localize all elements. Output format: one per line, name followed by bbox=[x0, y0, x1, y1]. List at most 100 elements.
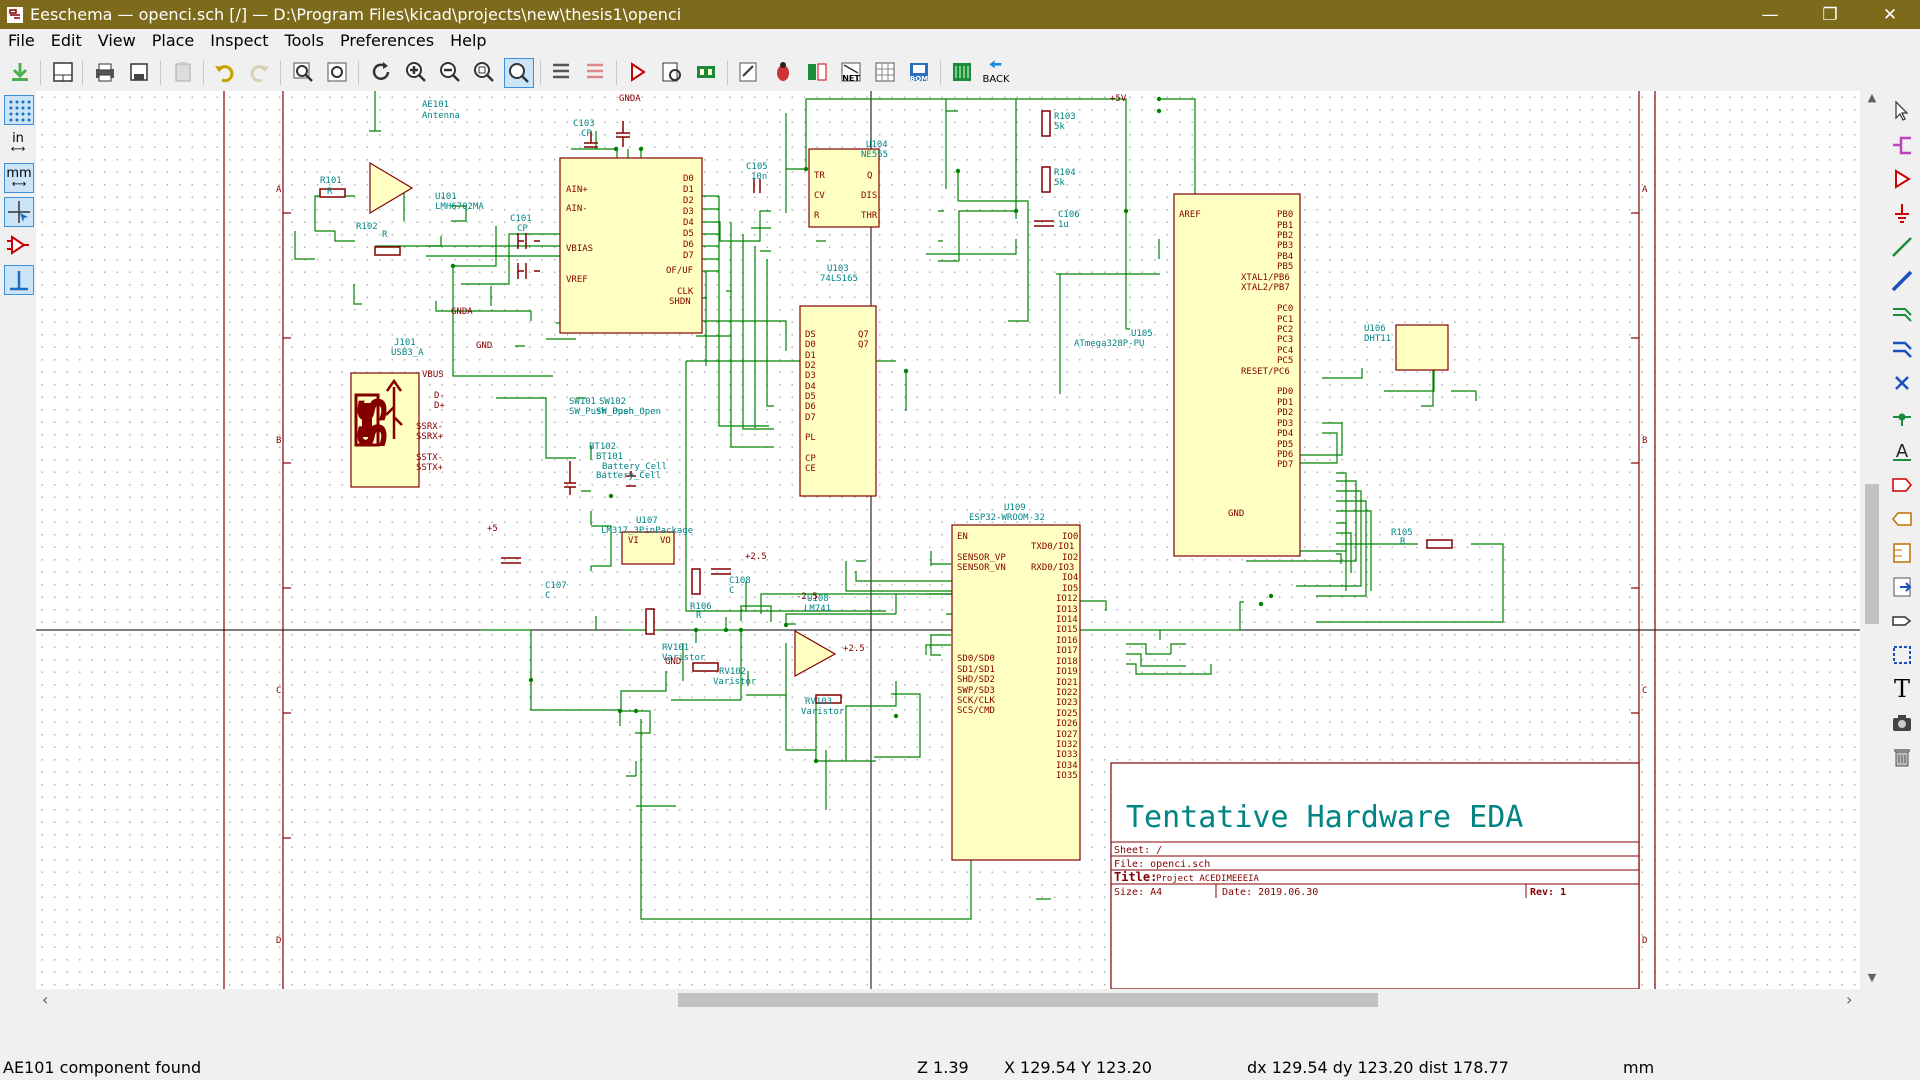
netlist-button[interactable]: NET bbox=[837, 58, 865, 86]
redo-button[interactable] bbox=[245, 58, 273, 86]
hidden-pins-button[interactable] bbox=[4, 231, 32, 259]
inch-units-button[interactable]: in ⟷ bbox=[4, 129, 32, 157]
add-graphic-line-button[interactable] bbox=[1888, 641, 1916, 669]
print-button[interactable] bbox=[91, 58, 119, 86]
title-block-date: Date: 2019.06.30 bbox=[1222, 887, 1318, 898]
undo-button[interactable] bbox=[211, 58, 239, 86]
import-sheet-pin-button[interactable] bbox=[1888, 573, 1916, 601]
menu-view[interactable]: View bbox=[90, 29, 144, 53]
add-sheet-button[interactable] bbox=[1888, 539, 1916, 567]
add-bus-button[interactable] bbox=[1888, 267, 1916, 295]
add-junction-button[interactable] bbox=[1888, 403, 1916, 431]
esp-pin-io13: IO13 bbox=[1056, 605, 1078, 615]
find-button[interactable] bbox=[289, 58, 317, 86]
add-power-button[interactable] bbox=[1888, 199, 1916, 227]
ref-c106: C106 bbox=[1058, 210, 1080, 220]
esp-pin-sensor-vn: SENSOR_VN bbox=[957, 563, 1006, 573]
esp-pin-io21: IO21 bbox=[1056, 678, 1078, 688]
plot-button[interactable] bbox=[125, 58, 153, 86]
menu-place[interactable]: Place bbox=[144, 29, 203, 53]
no-connect-button[interactable] bbox=[1888, 369, 1916, 397]
scroll-up-icon[interactable]: ▲ bbox=[1860, 91, 1884, 104]
usb-pin-vbus: VBUS bbox=[422, 370, 444, 380]
value-j101: USB3_A bbox=[391, 348, 424, 358]
scroll-left-icon[interactable]: ‹ bbox=[42, 989, 48, 1011]
minimize-icon: — bbox=[1761, 4, 1779, 25]
bom-button[interactable]: BOM bbox=[905, 58, 933, 86]
title-block-rev: Rev: 1 bbox=[1530, 887, 1566, 898]
esp-pin-io25: IO25 bbox=[1056, 709, 1078, 719]
add-wire-entry-button[interactable] bbox=[1888, 301, 1916, 329]
menu-help[interactable]: Help bbox=[442, 29, 494, 53]
close-button[interactable]: ✕ bbox=[1860, 0, 1920, 29]
vertical-scroll-thumb[interactable] bbox=[1865, 484, 1879, 624]
page-settings-button[interactable] bbox=[49, 58, 77, 86]
free-angle-button[interactable] bbox=[4, 265, 34, 295]
power-plus5-left: +5 bbox=[487, 524, 498, 534]
redraw-button[interactable] bbox=[367, 58, 395, 86]
bom-icon: BOM bbox=[910, 63, 928, 83]
ref-u103: U103 bbox=[827, 264, 849, 274]
zoom-fit-button[interactable] bbox=[470, 58, 498, 86]
pcbnew-button[interactable] bbox=[948, 58, 976, 86]
assign-footprints-button[interactable] bbox=[803, 58, 831, 86]
add-wire-button[interactable] bbox=[1888, 233, 1916, 261]
zoom-selection-button[interactable] bbox=[504, 58, 534, 88]
value-r105: R bbox=[1400, 537, 1406, 547]
title-block-heading: Tentative Hardware EDA bbox=[1126, 800, 1523, 835]
usb-pin-names: VBUS D- D+ SSRX- SSRX+ SSTX- SSTX+ bbox=[416, 370, 445, 473]
usb-pin-dm: D- bbox=[434, 391, 445, 401]
power-gnda-top: GNDA bbox=[619, 94, 641, 104]
menu-inspect[interactable]: Inspect bbox=[202, 29, 276, 53]
atmega-pin-pb2: PB2 bbox=[1277, 231, 1293, 241]
esp-pin-io35: IO35 bbox=[1056, 771, 1078, 781]
paste-button[interactable] bbox=[169, 58, 197, 86]
highlight-net-button[interactable] bbox=[1888, 131, 1916, 159]
hierarchy-navigator-button[interactable] bbox=[547, 58, 575, 86]
zoom-in-button[interactable] bbox=[402, 58, 430, 86]
esp-pin-io23: IO23 bbox=[1056, 698, 1078, 708]
add-global-label-button[interactable] bbox=[1888, 471, 1916, 499]
restore-button[interactable]: ❐ bbox=[1800, 0, 1860, 29]
mm-units-button[interactable]: mm ⟷ bbox=[4, 163, 34, 193]
select-tool-button[interactable] bbox=[1888, 97, 1916, 125]
add-label-button[interactable]: A bbox=[1888, 437, 1916, 465]
erc-button[interactable] bbox=[769, 58, 797, 86]
esp-pin-io1: TXD0/IO1 bbox=[1031, 542, 1074, 552]
menu-edit[interactable]: Edit bbox=[43, 29, 90, 53]
ref-u104: U104 bbox=[866, 140, 888, 150]
menu-preferences[interactable]: Preferences bbox=[332, 29, 442, 53]
vertical-scrollbar[interactable]: ▲ ▼ bbox=[1860, 91, 1884, 989]
grid-toggle-button[interactable] bbox=[4, 95, 34, 125]
zoom-out-button[interactable] bbox=[436, 58, 464, 86]
scroll-right-icon[interactable]: › bbox=[1846, 989, 1852, 1011]
horizontal-scrollbar[interactable]: ‹ › bbox=[36, 989, 1860, 1011]
footprint-editor-button[interactable] bbox=[692, 58, 720, 86]
menu-tools[interactable]: Tools bbox=[277, 29, 332, 53]
esp-pin-io22: IO22 bbox=[1056, 688, 1078, 698]
cursor-shape-button[interactable] bbox=[4, 197, 34, 227]
add-symbol-button[interactable] bbox=[1888, 165, 1916, 193]
add-bus-entry-button[interactable] bbox=[1888, 335, 1916, 363]
add-hier-label-button[interactable] bbox=[1888, 505, 1916, 533]
add-text-button[interactable]: T bbox=[1888, 675, 1916, 703]
edit-fields-button[interactable] bbox=[871, 58, 899, 86]
delete-button[interactable] bbox=[1888, 743, 1916, 771]
horizontal-scroll-thumb[interactable] bbox=[678, 993, 1378, 1007]
annotate-button[interactable] bbox=[735, 58, 763, 86]
new-schematic-button[interactable] bbox=[6, 58, 34, 86]
symbol-library-browser-button[interactable] bbox=[658, 58, 686, 86]
add-image-button[interactable] bbox=[1888, 709, 1916, 737]
back-button[interactable]: BACK bbox=[982, 58, 1010, 86]
sr-pin-q7n: Q7 bbox=[858, 340, 869, 350]
leave-sheet-button[interactable] bbox=[581, 58, 609, 86]
scroll-down-icon[interactable]: ▼ bbox=[1860, 971, 1884, 984]
find-replace-button[interactable] bbox=[323, 58, 351, 86]
erc-icon bbox=[777, 62, 789, 81]
zoom-fit-icon bbox=[474, 62, 494, 82]
menu-file[interactable]: File bbox=[0, 29, 43, 53]
minimize-button[interactable]: — bbox=[1740, 0, 1800, 29]
schematic-canvas[interactable]: A B C D A B C D SS AE101 Antenna U101 LM… bbox=[36, 91, 1860, 989]
symbol-editor-button[interactable] bbox=[624, 58, 652, 86]
add-sheet-pin-button[interactable] bbox=[1888, 607, 1916, 635]
